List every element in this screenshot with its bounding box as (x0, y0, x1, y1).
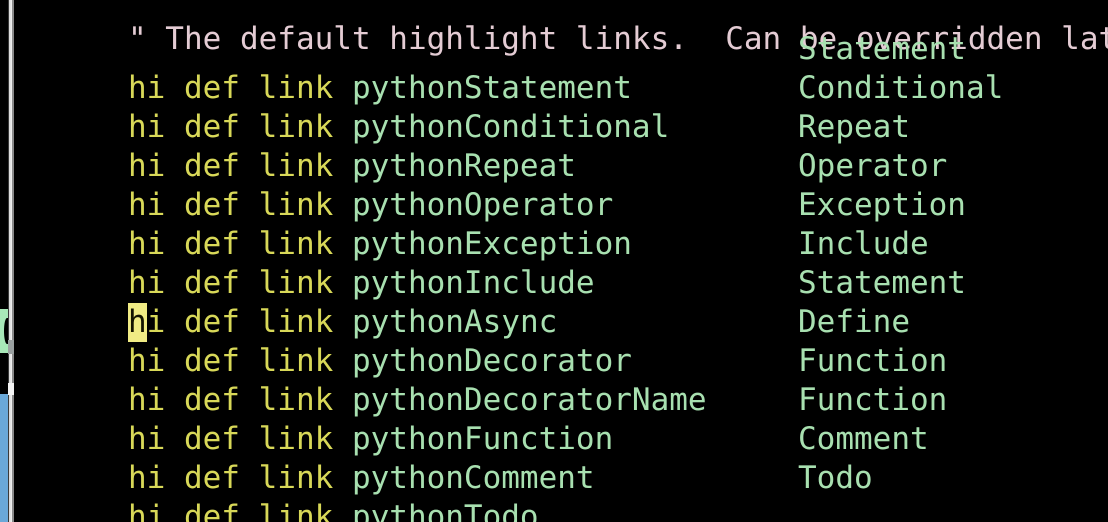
vim-line[interactable]: hi def link pythonDecorator Define (16, 303, 1108, 379)
link-target: Include (798, 226, 929, 262)
left-gutter (0, 0, 14, 522)
link-target: Exception (798, 187, 966, 223)
vim-line[interactable]: hi def link pythonException Exception (16, 186, 1108, 262)
vim-line[interactable]: hi def link pythonOperator Operator (16, 147, 1108, 223)
vim-line[interactable]: hi def link pythonFunction Function (16, 381, 1108, 457)
vim-line[interactable]: hi def link pythonComment Comment (16, 420, 1108, 496)
link-target: Statement (798, 265, 966, 301)
link-target: Conditional (798, 70, 1004, 106)
gutter-blue-indicator (0, 394, 8, 522)
scrollbar-thumb[interactable] (8, 383, 14, 395)
scrollbar-notch[interactable] (8, 340, 14, 354)
link-target: Define (798, 304, 910, 340)
comment-line: " The default highlight links. Can be ov… (16, 0, 1108, 55)
vim-line[interactable]: hi def link pythonDecoratorName Function (16, 342, 1108, 418)
vim-line[interactable]: hi def link pythonRepeat Repeat (16, 108, 1108, 184)
vim-line-with-cursor[interactable]: hi def link pythonAsync Statement (16, 264, 1108, 342)
link-target: Operator (798, 148, 948, 184)
link-target: Comment (798, 421, 929, 457)
link-target: Repeat (798, 109, 910, 145)
vim-line[interactable]: hi def link pythonStatement Statement (16, 30, 1108, 106)
link-target: Function (798, 382, 948, 418)
vim-line[interactable]: hi def link pythonInclude Include (16, 225, 1108, 301)
hi-command: hi def link (127, 499, 352, 522)
vim-line[interactable]: hi def link pythonTodo Todo (16, 459, 1108, 522)
terminal-screen: " The default highlight links. Can be ov… (0, 0, 1108, 522)
link-target: Todo (798, 460, 873, 496)
window-edge-divider (8, 0, 14, 522)
gutter-green-indicator (0, 309, 10, 353)
link-target: Function (798, 343, 948, 379)
vim-line[interactable]: hi def link pythonConditional Conditiona… (16, 69, 1108, 145)
vim-text-buffer[interactable]: " The default highlight links. Can be ov… (16, 0, 1108, 522)
link-target: Statement (798, 31, 966, 67)
syntax-group: pythonTodo (351, 499, 539, 522)
